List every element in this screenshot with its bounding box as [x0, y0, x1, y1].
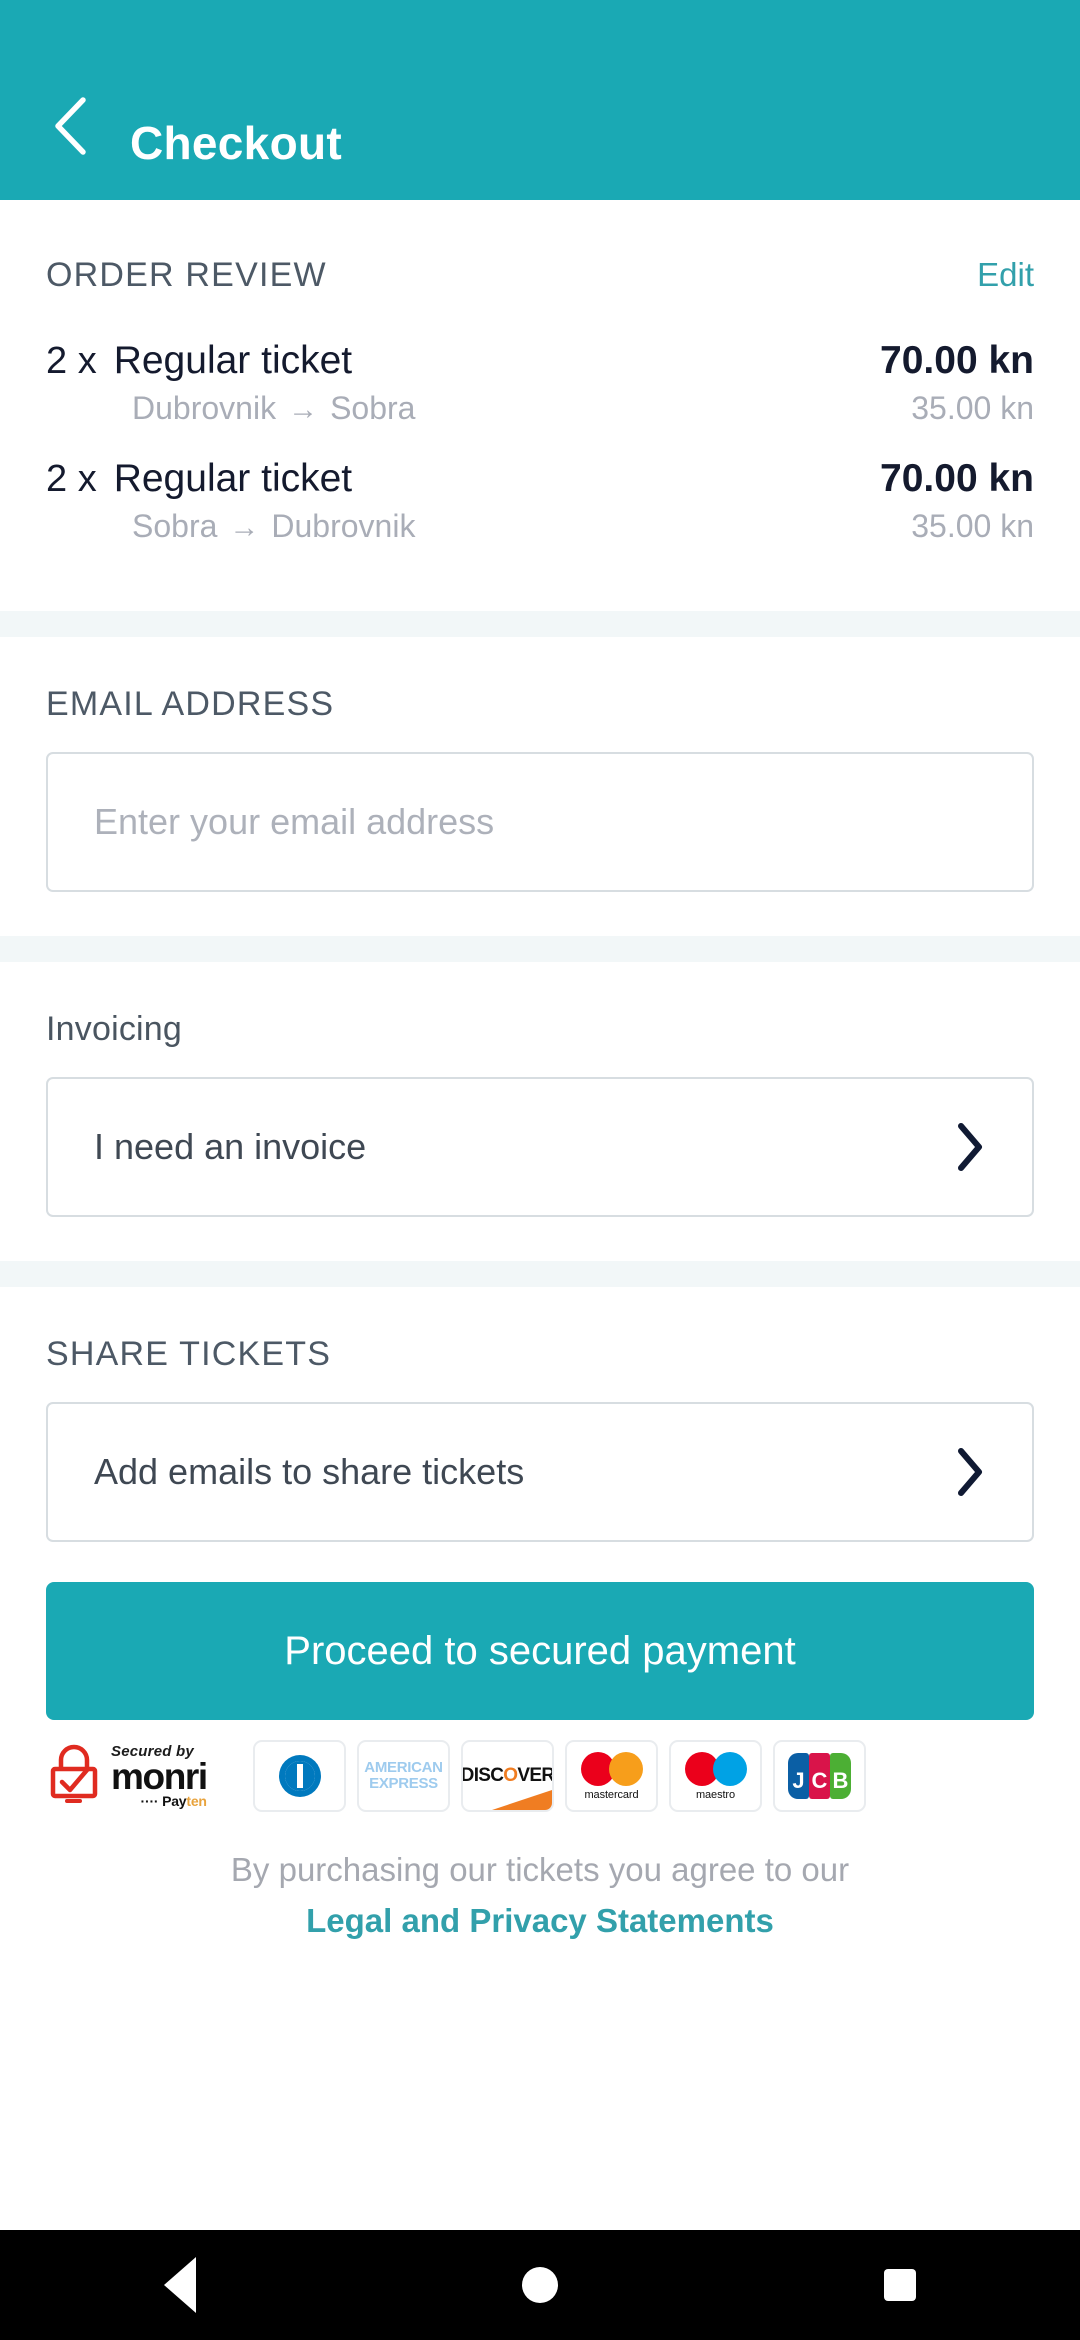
jcb-letter-j: J: [788, 1753, 809, 1799]
order-items-list: 2 x Regular ticket 70.00 kn Dubrovnik → So…: [46, 339, 1034, 545]
route-origin: Sobra: [132, 508, 218, 544]
share-tickets-section: SHARE TICKETS Add emails to share ticket…: [0, 1287, 1080, 1940]
back-button[interactable]: [14, 86, 126, 166]
item-total-price: 70.00 kn: [880, 457, 1034, 500]
table-row: 2 x Regular ticket 70.00 kn Dubrovnik → So…: [46, 339, 1034, 427]
arrow-right-icon: →: [288, 393, 319, 426]
email-input[interactable]: Enter your email address: [46, 752, 1034, 892]
add-emails-label: Add emails to share tickets: [94, 1451, 525, 1492]
need-invoice-row[interactable]: I need an invoice: [46, 1077, 1034, 1217]
diners-club-logo: [253, 1740, 346, 1812]
mastercard-circles-icon: [580, 1751, 643, 1786]
back-triangle-icon: [164, 2257, 196, 2313]
amex-line-2: EXPRESS: [369, 1775, 438, 1792]
item-unit-price: 35.00 kn: [911, 390, 1034, 426]
route-destination: Dubrovnik: [271, 508, 416, 544]
order-review-section: ORDER REVIEW Edit 2 x Regular ticket 70.…: [0, 200, 1080, 611]
padlock-check-icon: [46, 1742, 102, 1811]
discover-logo: DISCOVER: [461, 1740, 554, 1812]
legal-footer: By purchasing our tickets you agree to o…: [46, 1846, 1034, 1940]
jcb-letter-c: C: [809, 1753, 830, 1799]
chevron-left-icon: [50, 95, 90, 157]
arrow-right-icon: →: [229, 511, 260, 544]
section-divider: [0, 611, 1080, 637]
maestro-logo: maestro: [669, 1740, 762, 1812]
item-route: Sobra → Dubrovnik: [132, 508, 415, 545]
maestro-label: maestro: [695, 1788, 736, 1801]
amex-line-1: AMERICAN: [364, 1759, 443, 1777]
chevron-right-icon: [954, 1447, 986, 1497]
home-circle-icon: [522, 2267, 558, 2303]
route-origin: Dubrovnik: [132, 390, 277, 426]
jcb-blocks-icon: J C B: [788, 1753, 851, 1799]
need-invoice-label: I need an invoice: [94, 1126, 367, 1167]
nav-home-button[interactable]: [480, 2230, 600, 2340]
discover-swoosh-icon: [480, 1788, 552, 1810]
page-title: Checkout: [130, 117, 342, 169]
email-input-placeholder: Enter your email address: [94, 801, 495, 842]
invoicing-section: Invoicing I need an invoice: [0, 962, 1080, 1261]
checkout-screen: Checkout ORDER REVIEW Edit 2 x Regular t…: [0, 0, 1080, 2340]
route-destination: Sobra: [330, 390, 416, 426]
order-review-title: ORDER REVIEW: [46, 256, 327, 294]
recents-square-icon: [884, 2269, 916, 2301]
item-name: Regular ticket: [113, 457, 353, 500]
android-navigation-bar: [0, 2230, 1080, 2340]
legal-text: By purchasing our tickets you agree to o…: [230, 1851, 850, 1888]
item-quantity: 2 x: [46, 458, 97, 500]
proceed-to-payment-button[interactable]: Proceed to secured payment: [46, 1582, 1034, 1720]
nav-back-button[interactable]: [120, 2230, 240, 2340]
payment-methods-strip: Secured by monri ···· Payten AMERICAN EX…: [46, 1740, 1034, 1812]
invoicing-section-title: Invoicing: [46, 1010, 182, 1048]
chevron-right-icon: [954, 1122, 986, 1172]
table-row: 2 x Regular ticket 70.00 kn Sobra → Dubrov…: [46, 457, 1034, 545]
monri-secured-badge: Secured by monri ···· Payten: [46, 1742, 242, 1811]
jcb-letter-b: B: [830, 1753, 851, 1799]
monri-partner-label: ···· Payten: [140, 1793, 207, 1810]
proceed-to-payment-label: Proceed to secured payment: [284, 1628, 796, 1673]
item-quantity: 2 x: [46, 340, 97, 382]
legal-privacy-link[interactable]: Legal and Privacy Statements: [46, 1902, 1034, 1940]
email-section: EMAIL ADDRESS Enter your email address: [0, 637, 1080, 936]
order-review-header: ORDER REVIEW Edit: [46, 256, 1034, 295]
section-divider: [0, 936, 1080, 962]
item-name: Regular ticket: [113, 339, 353, 382]
mastercard-label: mastercard: [584, 1788, 639, 1801]
edit-order-link[interactable]: Edit: [977, 256, 1034, 294]
share-tickets-title: SHARE TICKETS: [46, 1335, 332, 1373]
nav-recents-button[interactable]: [840, 2230, 960, 2340]
monri-brand-label: monri: [111, 1755, 208, 1797]
add-emails-row[interactable]: Add emails to share tickets: [46, 1402, 1034, 1542]
section-divider: [0, 1261, 1080, 1287]
jcb-logo: J C B: [773, 1740, 866, 1812]
item-route: Dubrovnik → Sobra: [132, 390, 415, 427]
app-bar: Checkout: [0, 0, 1080, 200]
mastercard-logo: mastercard: [565, 1740, 658, 1812]
maestro-circles-icon: [684, 1751, 747, 1786]
american-express-logo: AMERICAN EXPRESS: [357, 1740, 450, 1812]
email-section-title: EMAIL ADDRESS: [46, 685, 335, 723]
discover-label: DISCOVER: [461, 1765, 554, 1786]
item-unit-price: 35.00 kn: [911, 508, 1034, 544]
item-total-price: 70.00 kn: [880, 339, 1034, 382]
